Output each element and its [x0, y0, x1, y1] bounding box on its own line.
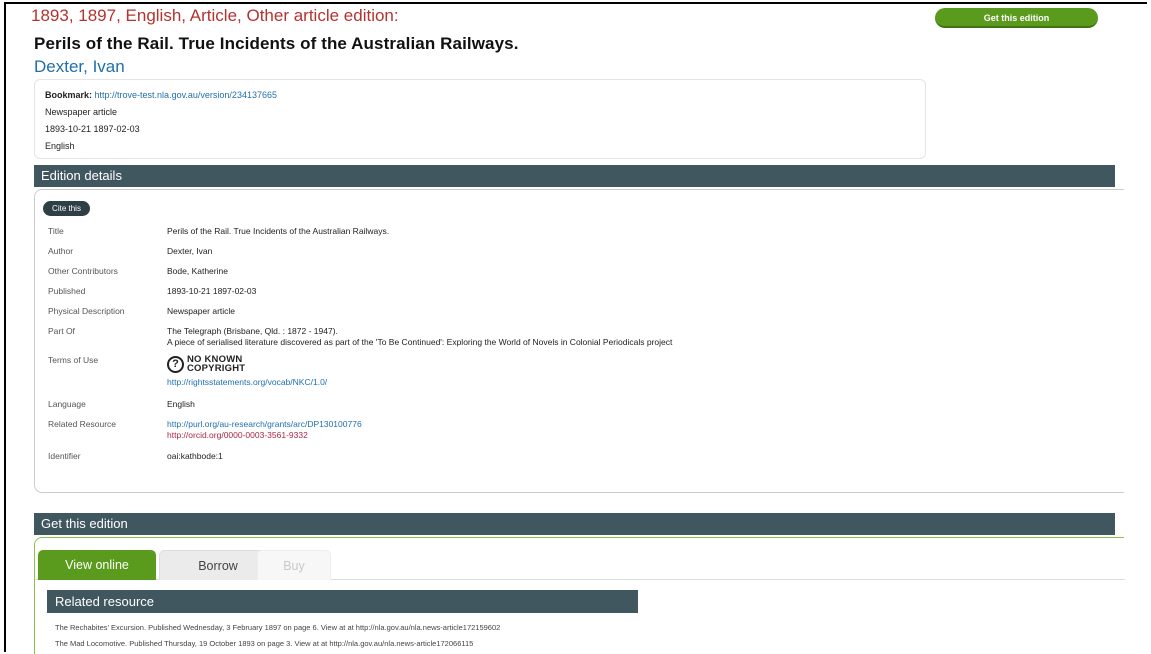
summary-language: English — [45, 141, 75, 151]
detail-label: Title — [48, 226, 64, 236]
related-item[interactable]: The Rechabites' Excursion. Published Wed… — [55, 623, 500, 632]
edition-details-heading: Edition details — [34, 165, 1115, 187]
summary-box: Bookmark: http://trove-test.nla.gov.au/v… — [34, 79, 926, 159]
detail-value: http://purl.org/au-research/grants/arc/D… — [167, 419, 927, 441]
detail-value: oai:kathbode:1 — [167, 451, 223, 461]
related-item[interactable]: The Mad Locomotive. Published Thursday, … — [55, 639, 473, 648]
detail-label: Related Resource — [48, 419, 117, 429]
detail-value: Bode, Katherine — [167, 266, 228, 276]
cite-this-button[interactable]: Cite this — [43, 201, 90, 216]
page-title: Perils of the Rail. True Incidents of th… — [34, 34, 519, 53]
detail-label: Terms of Use — [48, 355, 99, 365]
detail-label: Author — [48, 246, 74, 256]
tab-view-online[interactable]: View online — [38, 550, 156, 580]
edition-line: 1893, 1897, English, Article, Other arti… — [31, 6, 399, 25]
detail-label: Part Of — [48, 326, 75, 336]
rights-statement-link[interactable]: http://rightsstatements.org/vocab/NKC/1.… — [167, 377, 327, 387]
detail-value: Newspaper article — [167, 306, 236, 316]
get-this-edition-button[interactable]: Get this edition — [935, 8, 1098, 28]
orcid-link[interactable]: http://orcid.org/0000-0003-3561-9332 — [167, 430, 927, 441]
detail-value: Dexter, Ivan — [167, 246, 213, 256]
question-mark-icon: ? — [167, 355, 184, 373]
detail-value: English — [167, 399, 195, 409]
detail-value: ? NO KNOWN COPYRIGHT http://rightsstatem… — [167, 355, 927, 388]
summary-format: Newspaper article — [45, 107, 118, 117]
bookmark-link[interactable]: http://trove-test.nla.gov.au/version/234… — [95, 90, 277, 100]
related-resource-heading: Related resource — [47, 590, 638, 613]
tab-buy[interactable]: Buy — [257, 550, 331, 580]
detail-label: Physical Description — [48, 306, 125, 316]
bookmark-row: Bookmark: http://trove-test.nla.gov.au/v… — [45, 87, 915, 104]
author-link[interactable]: Dexter, Ivan — [34, 57, 125, 77]
no-known-copyright-badge: ? NO KNOWN COPYRIGHT — [167, 355, 927, 373]
detail-value: The Telegraph (Brisbane, Qld. : 1872 - 1… — [167, 326, 927, 348]
part-of-description: A piece of serialised literature discove… — [167, 337, 673, 347]
badge-line-2: COPYRIGHT — [187, 363, 246, 374]
part-of-publication: The Telegraph (Brisbane, Qld. : 1872 - 1… — [167, 326, 338, 336]
detail-label: Identifier — [48, 451, 81, 461]
detail-label: Published — [48, 286, 86, 296]
get-edition-panel: View online Borrow Buy Related resource … — [34, 537, 1125, 654]
detail-label: Language — [48, 399, 86, 409]
detail-value: 1893-10-21 1897-02-03 — [167, 286, 257, 296]
edition-details-panel: Cite this Title Perils of the Rail. True… — [34, 189, 1124, 493]
detail-label: Other Contributors — [48, 266, 118, 276]
get-this-edition-heading: Get this edition — [34, 513, 1115, 535]
grant-link[interactable]: http://purl.org/au-research/grants/arc/D… — [167, 419, 927, 430]
summary-dates: 1893-10-21 1897-02-03 — [45, 124, 140, 134]
bookmark-label: Bookmark: — [45, 90, 93, 100]
detail-value: Perils of the Rail. True Incidents of th… — [167, 226, 390, 236]
